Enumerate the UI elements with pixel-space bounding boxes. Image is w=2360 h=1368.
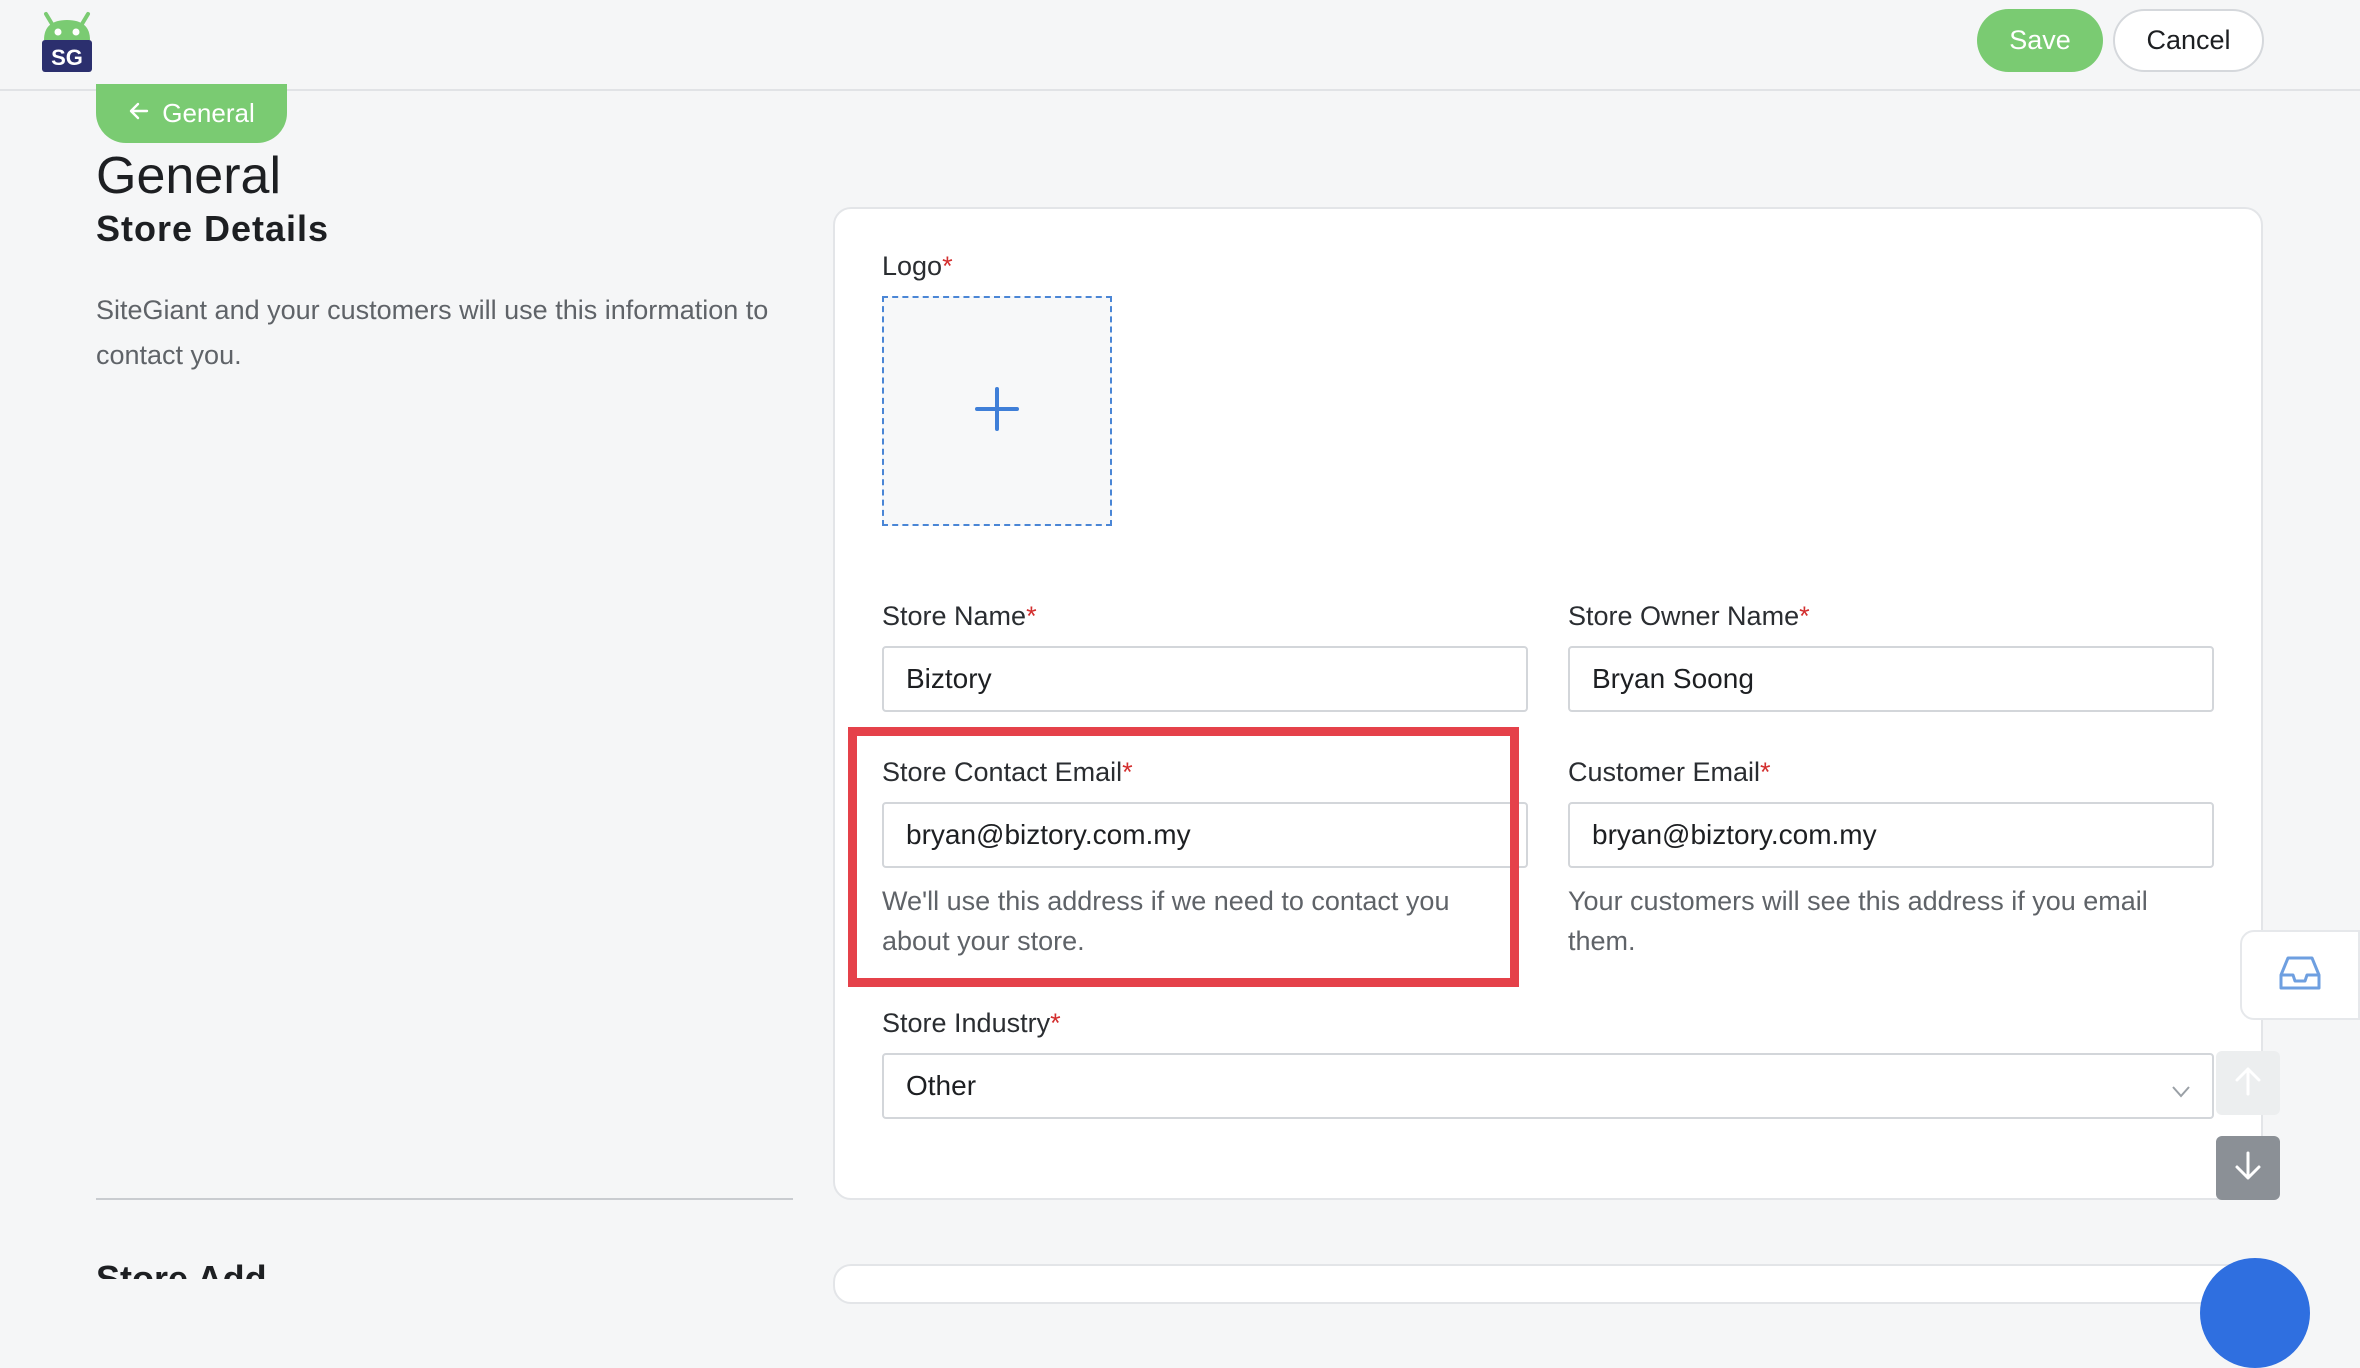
section-title: Store Details [96,208,330,249]
store-name-label: Store Name* [882,601,1037,631]
save-button[interactable]: Save [1977,9,2103,72]
plus-icon [973,385,1021,438]
store-name-input[interactable]: Biztory [882,646,1528,712]
top-bar: SG Save Cancel [0,0,2360,91]
section-divider [96,1198,793,1200]
scroll-up-button[interactable] [2216,1051,2280,1115]
back-to-general-button[interactable]: General [96,84,287,143]
help-chat-button[interactable] [2200,1258,2310,1368]
chevron-down-icon [2170,1077,2192,1099]
inbox-icon [2277,953,2323,998]
next-section-card [833,1264,2263,1304]
customer-email-input[interactable]: bryan@biztory.com.my [1568,802,2214,868]
inbox-button[interactable] [2240,930,2360,1020]
arrow-down-icon [2231,1149,2265,1188]
cancel-button[interactable]: Cancel [2113,9,2264,72]
back-label: General [162,98,255,128]
sitegiant-logo-icon[interactable]: SG [38,10,96,74]
customer-email-label: Customer Email* [1568,757,1771,787]
arrow-up-icon [2231,1064,2265,1103]
logo-label: Logo* [882,251,953,281]
customer-email-help: Your customers will see this address if … [1568,886,2148,956]
store-industry-label: Store Industry* [882,1008,1061,1038]
store-owner-name-label: Store Owner Name* [1568,601,1810,631]
next-section-title: Store Add [96,1262,267,1279]
arrow-left-icon [128,98,150,129]
scroll-down-button[interactable] [2216,1136,2280,1200]
store-owner-name-input[interactable]: Bryan Soong [1568,646,2214,712]
page-title: General [96,147,281,205]
store-industry-value: Other [906,1070,977,1101]
svg-text:SG: SG [51,45,83,70]
highlight-annotation [848,727,1519,987]
logo-upload-dropzone[interactable] [882,296,1112,526]
section-description: SiteGiant and your customers will use th… [96,295,769,370]
store-industry-select[interactable]: Other [882,1053,2214,1119]
